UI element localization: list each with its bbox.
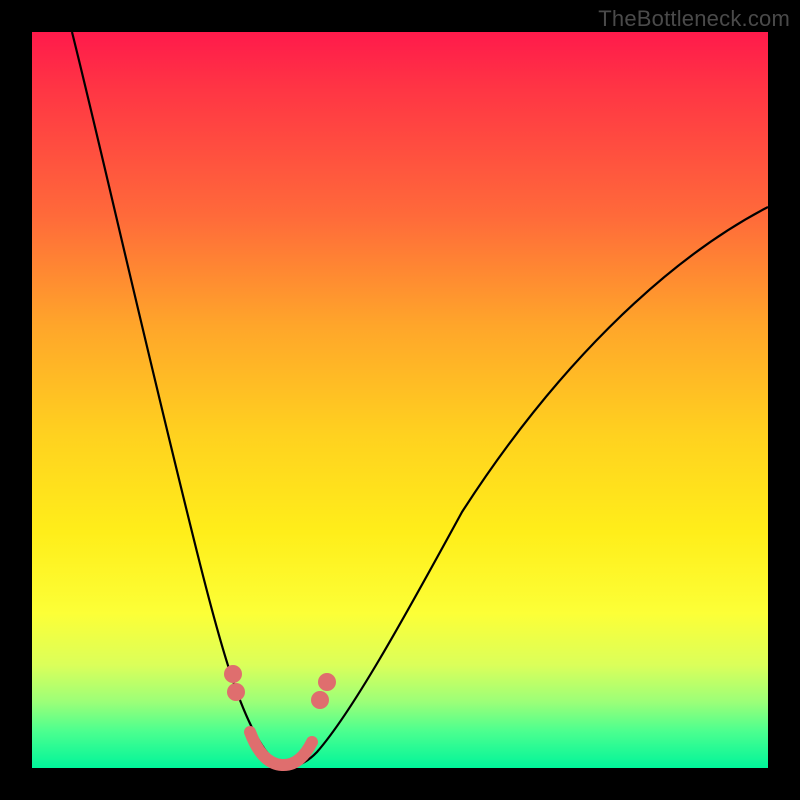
bottleneck-curve xyxy=(32,32,768,768)
marker-dot xyxy=(227,683,245,701)
plot-area xyxy=(32,32,768,768)
marker-dot xyxy=(224,665,242,683)
marker-chain xyxy=(250,732,312,765)
watermark-text: TheBottleneck.com xyxy=(598,6,790,32)
marker-dot xyxy=(311,691,329,709)
chart-canvas: TheBottleneck.com xyxy=(0,0,800,800)
marker-dot xyxy=(318,673,336,691)
curve-path xyxy=(72,32,768,766)
